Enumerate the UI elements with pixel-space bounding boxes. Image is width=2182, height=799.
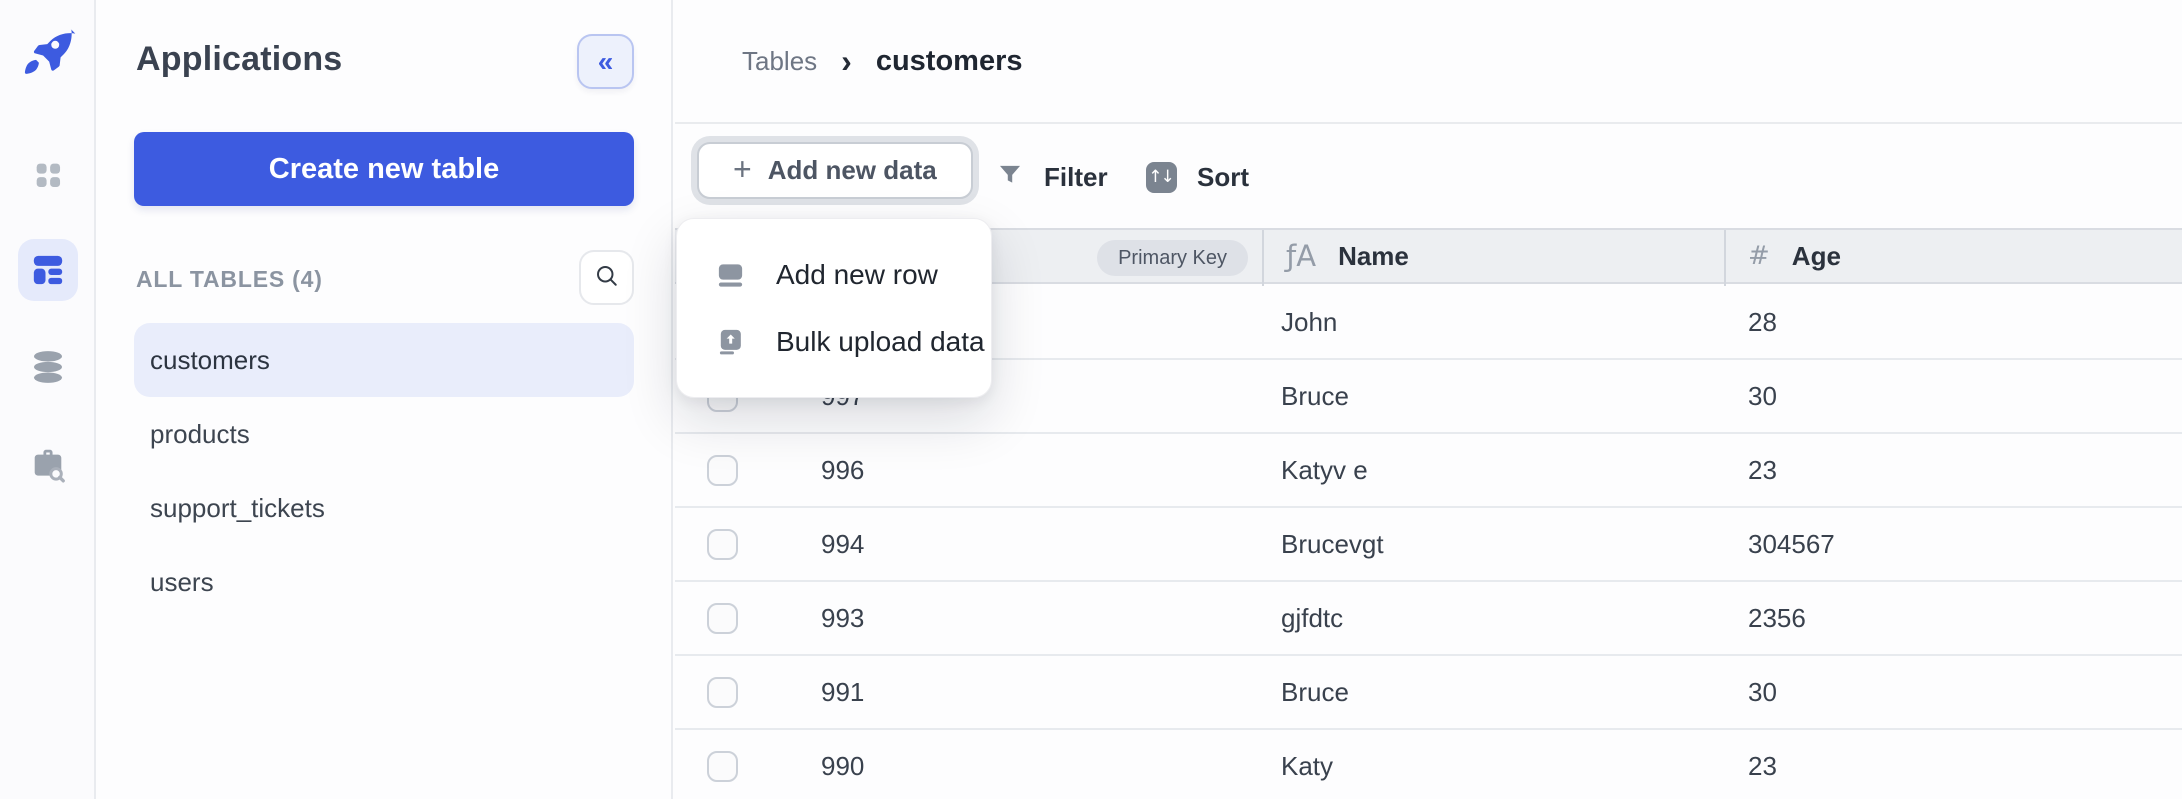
cell-id[interactable]: 991 [821,656,1251,728]
table-row: 994 Brucevgt 304567 [675,508,2182,582]
primary-key-badge: Primary Key [1097,240,1248,276]
add-new-data-label: Add new data [768,155,937,186]
cell-name[interactable]: Katyv e [1281,434,1711,506]
nav-rail [0,0,96,799]
sidebar: Applications « Create new table ALL TABL… [96,0,673,799]
menu-item-label: Bulk upload data [776,326,985,358]
table-row: 996 Katyv e 23 [675,434,2182,508]
sort-button[interactable]: ↑↓ Sort [1146,126,1249,228]
row-checkbox[interactable] [707,751,738,782]
cell-id[interactable]: 990 [821,730,1251,799]
column-separator [1262,230,1264,286]
apps-grid-icon[interactable] [18,144,78,206]
column-header-name-label: Name [1338,241,1409,272]
tables-icon[interactable] [18,239,78,301]
filter-funnel-icon [996,161,1024,194]
column-header-name[interactable]: ƒA Name [1286,230,1409,282]
row-checkbox[interactable] [707,455,738,486]
filter-label: Filter [1044,162,1108,193]
text-type-icon: ƒA [1286,239,1316,273]
collapse-chevrons-icon: « [598,46,614,78]
sidebar-item-support-tickets[interactable]: support_tickets [134,471,634,545]
collapse-sidebar-button[interactable]: « [577,34,634,89]
cell-age[interactable]: 23 [1748,434,2168,506]
create-new-table-button[interactable]: Create new table [134,132,634,206]
cell-name[interactable]: Katy [1281,730,1711,799]
all-tables-section-label: ALL TABLES (4) [136,266,323,293]
table-row: 990 Katy 23 [675,730,2182,799]
menu-item-add-new-row[interactable]: Add new row [677,241,991,308]
sidebar-item-customers[interactable]: customers [134,323,634,397]
upload-icon [715,326,746,357]
rocket-logo-icon [20,24,76,80]
cell-age[interactable]: 30 [1748,656,2168,728]
menu-item-label: Add new row [776,259,938,291]
cell-age[interactable]: 30 [1748,360,2168,432]
grid-toolbar: + Add new data Filter ↑↓ Sort [675,126,2182,228]
sidebar-item-products[interactable]: products [134,397,634,471]
table-item-label: users [150,567,214,598]
breadcrumb: Tables › customers [675,0,2182,124]
breadcrumb-tables-link[interactable]: Tables [742,46,817,77]
database-icon[interactable] [18,336,78,398]
cell-name[interactable]: gjfdtc [1281,582,1711,654]
sidebar-item-users[interactable]: users [134,545,634,619]
table-item-label: customers [150,345,270,376]
cell-age[interactable]: 304567 [1748,508,2168,580]
cell-age[interactable]: 23 [1748,730,2168,799]
row-checkbox[interactable] [707,677,738,708]
sidebar-title: Applications [136,40,342,79]
column-header-age[interactable]: # Age [1748,230,1841,282]
cell-name[interactable]: Bruce [1281,360,1711,432]
add-new-data-button[interactable]: + Add new data [697,142,973,199]
cell-id[interactable]: 994 [821,508,1251,580]
search-icon [593,262,621,293]
sort-label: Sort [1197,162,1249,193]
toolbox-icon[interactable] [18,432,78,494]
search-tables-button[interactable] [579,250,634,305]
cell-name[interactable]: Brucevgt [1281,508,1711,580]
column-separator [1724,230,1726,286]
number-type-icon: # [1748,241,1770,271]
tables-list: customers products support_tickets users [134,323,634,619]
row-checkbox[interactable] [707,529,738,560]
cell-age[interactable]: 28 [1748,286,2168,358]
main-content: Tables › customers + Add new data Filter… [675,0,2182,799]
plus-icon: + [733,153,752,185]
table-row: 993 gjfdtc 2356 [675,582,2182,656]
filter-button[interactable]: Filter [996,126,1108,228]
table-row: 991 Bruce 30 [675,656,2182,730]
cell-age[interactable]: 2356 [1748,582,2168,654]
app-window: Applications « Create new table ALL TABL… [0,0,2182,799]
row-icon [715,259,746,290]
cell-id[interactable]: 993 [821,582,1251,654]
sort-arrows-icon: ↑↓ [1146,162,1177,193]
menu-item-bulk-upload-data[interactable]: Bulk upload data [677,308,991,375]
column-header-age-label: Age [1792,241,1841,272]
row-checkbox[interactable] [707,603,738,634]
cell-id[interactable]: 996 [821,434,1251,506]
add-data-menu: Add new row Bulk upload data [676,218,992,398]
table-item-label: support_tickets [150,493,325,524]
cell-name[interactable]: John [1281,286,1711,358]
breadcrumb-chevron-icon: › [841,45,852,77]
breadcrumb-current-table: customers [876,45,1023,78]
cell-name[interactable]: Bruce [1281,656,1711,728]
table-item-label: products [150,419,250,450]
